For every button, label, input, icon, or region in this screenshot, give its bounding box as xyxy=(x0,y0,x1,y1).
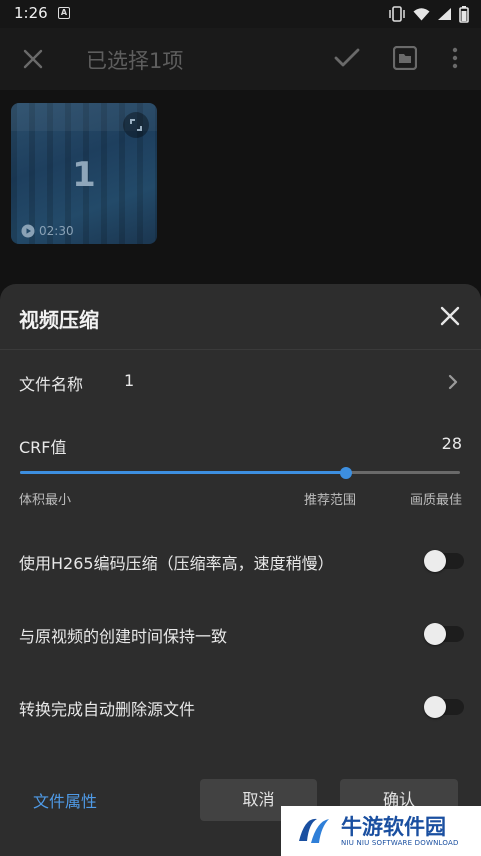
watermark: 牛游软件园 NIU NIU SOFTWARE DOWNLOAD xyxy=(281,806,481,856)
sheet-title: 视频压缩 xyxy=(19,308,99,332)
status-bar: 1:26 A xyxy=(0,0,481,28)
toolbar: 已选择1项 xyxy=(0,28,481,90)
scale-mid-label: 推荐范围 xyxy=(304,493,357,508)
crf-slider[interactable] xyxy=(20,467,460,479)
status-icons xyxy=(388,5,469,23)
selection-index: 1 xyxy=(72,155,96,195)
scale-max-label: 画质最佳 xyxy=(409,493,462,508)
toggle-h265[interactable] xyxy=(424,548,464,574)
video-thumbnail[interactable]: 1 02:30 xyxy=(11,103,157,244)
toggle-keep-time[interactable] xyxy=(424,621,464,647)
toggle-delete-source[interactable] xyxy=(424,694,464,720)
vibrate-icon xyxy=(389,6,405,22)
toggle-row-delete-source[interactable]: 转换完成自动删除源文件 xyxy=(0,688,481,728)
chevron-right-icon xyxy=(448,374,458,390)
toggle-knob xyxy=(424,623,446,645)
check-icon[interactable] xyxy=(334,47,360,69)
compress-sheet: 视频压缩 文件名称 1 CRF值 28 体积最小 推荐范围 画质最佳 使用H26… xyxy=(0,284,481,856)
watermark-title: 牛游软件园 xyxy=(341,815,446,839)
sheet-header: 视频压缩 xyxy=(0,284,481,350)
toggle-row-keep-time[interactable]: 与原视频的创建时间保持一致 xyxy=(0,615,481,655)
toggle-label-keep-time: 与原视频的创建时间保持一致 xyxy=(19,627,228,646)
file-properties-link[interactable]: 文件属性 xyxy=(33,788,97,812)
toggle-row-h265[interactable]: 使用H265编码压缩（压缩率高，速度稍慢） xyxy=(0,542,481,582)
notification-icon: A xyxy=(58,7,70,19)
duration-badge: 02:30 xyxy=(21,224,74,238)
close-icon[interactable] xyxy=(440,306,460,326)
more-vert-icon[interactable] xyxy=(450,46,460,70)
crf-label: CRF值 xyxy=(19,438,67,457)
watermark-subtitle: NIU NIU SOFTWARE DOWNLOAD xyxy=(341,839,459,847)
slider-thumb[interactable] xyxy=(339,467,352,479)
wifi-icon xyxy=(413,8,430,21)
status-time: 1:26 xyxy=(14,4,48,22)
battery-icon xyxy=(459,5,469,23)
toolbar-title: 已选择1项 xyxy=(86,49,184,73)
file-name-label: 文件名称 xyxy=(19,375,84,394)
file-name-value: 1 xyxy=(124,371,135,390)
file-name-row[interactable]: 文件名称 1 xyxy=(0,354,481,410)
expand-icon[interactable] xyxy=(123,112,149,138)
duration-text: 02:30 xyxy=(39,224,74,238)
toggle-knob xyxy=(424,696,446,718)
scale-min-label: 体积最小 xyxy=(19,493,72,508)
folder-icon[interactable] xyxy=(393,46,417,70)
toggle-label-delete-source: 转换完成自动删除源文件 xyxy=(19,700,196,719)
close-icon[interactable] xyxy=(22,48,44,70)
toggle-knob xyxy=(424,550,446,572)
slider-fill xyxy=(20,471,346,474)
signal-icon xyxy=(438,8,451,20)
toggle-label-h265: 使用H265编码压缩（压缩率高，速度稍慢） xyxy=(19,554,334,573)
watermark-logo xyxy=(299,818,329,843)
play-icon xyxy=(21,224,35,238)
crf-value: 28 xyxy=(441,434,462,453)
